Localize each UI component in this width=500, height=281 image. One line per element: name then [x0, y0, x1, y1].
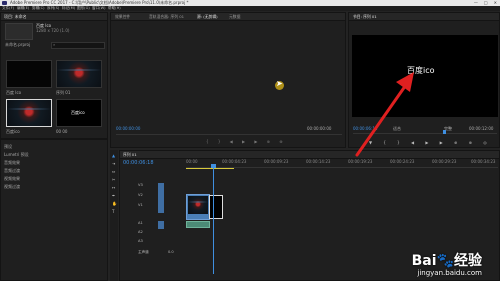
menu-file[interactable]: 文件(F): [2, 6, 14, 11]
menu-window[interactable]: 窗口(W): [92, 6, 106, 11]
work-area-bar[interactable]: [186, 168, 234, 169]
source-monitor: 效果控件 音轨混合器: 序列 01 源: (无剪辑) 元数据 ➤ 00:00:0…: [110, 12, 346, 148]
tab-audio-mixer[interactable]: 音轨混合器: 序列 01: [149, 14, 184, 19]
effects-panel: 预设 Lumetri 预设 音频效果 音频过渡 视频效果 视频过渡: [0, 139, 108, 281]
clip-thumbnail-2-label: 序列 01: [56, 90, 71, 95]
clip-thumbnail-3[interactable]: [6, 99, 52, 127]
tools-panel: ▲ ⇥ ⇔ ✂ ↔ ✒ ✋ T: [110, 150, 118, 281]
effects-item-audio-transitions[interactable]: 音频过渡: [4, 168, 20, 173]
project-panel: 项目: 未命名 百度 Ico 1280 x 720 (1.0) 未命名.prpr…: [0, 12, 108, 139]
search-input[interactable]: [51, 42, 105, 49]
slip-icon[interactable]: ↔: [112, 186, 116, 190]
mouse-pointer-icon: ➤: [276, 79, 283, 88]
ruler-tick: 00:00: [186, 159, 198, 164]
title-clip[interactable]: [209, 195, 223, 219]
audio-source-patch[interactable]: [158, 221, 164, 229]
menu-marker[interactable]: 标记(M): [62, 6, 75, 11]
program-timecode-current: 00:00:06:18: [353, 126, 378, 131]
item-info: 1280 x 720 (1.0): [36, 28, 70, 33]
menu-sequence[interactable]: 序列(S): [47, 6, 59, 11]
tab-program[interactable]: 节目: 序列 01: [353, 14, 377, 19]
ruler-tick: 00:00:14:23: [306, 159, 331, 164]
effects-item-video-transitions[interactable]: 视频过渡: [4, 184, 20, 189]
tab-sequence[interactable]: 序列 01: [123, 152, 137, 157]
video-source-patch[interactable]: [158, 183, 164, 213]
program-monitor: 节目: 序列 01 百度ico 00:00:06:18 适合 完整 00:00:…: [348, 12, 500, 148]
menu-help[interactable]: 帮助(H): [108, 6, 121, 11]
watermark-url: jingyan.baidu.com: [417, 269, 482, 277]
type-icon[interactable]: T: [112, 210, 116, 214]
source-timecode-duration: 00:00:00:00: [307, 126, 332, 131]
ruler-tick: 00:00:09:23: [264, 159, 289, 164]
premiere-app-icon: [2, 1, 7, 5]
source-monitor-header: 效果控件 音轨混合器: 序列 01 源: (无剪辑) 元数据: [111, 13, 345, 21]
source-scrub-bar[interactable]: [116, 134, 342, 135]
track-a3-label[interactable]: A3: [138, 239, 143, 244]
effects-item-presets[interactable]: 预设: [4, 144, 12, 149]
paw-icon: 🐾: [436, 253, 454, 269]
ruler-tick: 00:00:34:23: [471, 159, 496, 164]
program-timecode-duration: 00:00:12:00: [469, 126, 494, 131]
project-panel-header: 项目: 未命名: [1, 13, 107, 21]
program-video-frame: 百度ico: [352, 35, 498, 117]
pen-icon[interactable]: ✒: [112, 194, 116, 198]
ruler-tick: 00:00:04:23: [222, 159, 247, 164]
time-ruler[interactable]: 00:00 00:00:04:23 00:00:09:23 00:00:14:2…: [186, 159, 498, 168]
project-tab[interactable]: 项目: 未命名: [4, 14, 27, 19]
track-select-tool-icon[interactable]: ⇥: [112, 162, 116, 166]
effects-item-lumetri[interactable]: Lumetri 预设: [4, 152, 29, 157]
track-v2-label[interactable]: V2: [138, 193, 143, 198]
clip-thumbnail-1-label: 百度 Ico: [6, 90, 22, 95]
menu-edit[interactable]: 编辑(E): [17, 6, 29, 11]
video-clip-thumbnail: [188, 196, 208, 214]
playhead-handle[interactable]: [211, 164, 216, 168]
timeline-timecode[interactable]: 00:00:06:18: [123, 160, 154, 166]
razor-icon[interactable]: ✂: [112, 178, 116, 182]
program-scrub-bar[interactable]: [353, 133, 497, 134]
track-headers: V3 V2 V1 A1 A2 A3 主声道 0.0: [138, 177, 184, 273]
audio-clip[interactable]: [186, 221, 210, 228]
clip-thumbnail-4[interactable]: 百度ico: [56, 99, 102, 127]
program-zoom-select[interactable]: 适合: [393, 126, 401, 131]
baidu-watermark: Bai🐾经验 jingyan.baidu.com: [412, 253, 482, 277]
track-a2-label[interactable]: A2: [138, 230, 143, 235]
effects-item-video-effects[interactable]: 视频效果: [4, 176, 20, 181]
program-monitor-header: 节目: 序列 01: [349, 13, 499, 21]
clip-thumbnail-3-label: 百度ico: [6, 129, 20, 134]
master-track-label: 主声道: [138, 250, 149, 254]
program-transport-controls[interactable]: ▼ { } ◀ ▶ ▶ ⊕ ⊕ ◎: [369, 140, 492, 145]
program-playhead[interactable]: [443, 130, 446, 134]
timeline-playhead[interactable]: [213, 166, 214, 274]
source-transport-controls[interactable]: { } ◀ ▶ ▶ ⊕ ⊕: [206, 139, 287, 144]
ruler-tick: 00:00:24:23: [390, 159, 415, 164]
ruler-tick: 00:00:19:23: [348, 159, 373, 164]
menu-bar: 文件(F) 编辑(E) 剪辑(C) 序列(S) 标记(M) 图形(G) 窗口(W…: [0, 6, 500, 11]
item-preview: [5, 23, 33, 40]
tab-effect-controls[interactable]: 效果控件: [115, 14, 130, 19]
ripple-edit-icon[interactable]: ⇔: [112, 170, 116, 174]
hand-icon[interactable]: ✋: [112, 202, 117, 206]
source-timecode-current: 00:00:00:00: [116, 126, 141, 131]
watermark-brand: Bai🐾经验: [411, 253, 482, 269]
program-overlay-text: 百度ico: [407, 66, 435, 75]
tab-source[interactable]: 源: (无剪辑): [197, 14, 218, 19]
track-v3-label[interactable]: V3: [138, 183, 143, 188]
effects-item-audio-effects[interactable]: 音频效果: [4, 160, 20, 165]
track-v1-label[interactable]: V1: [138, 203, 143, 208]
clip-thumbnail-4-label: 00 00: [56, 129, 68, 134]
master-track-value[interactable]: 0.0: [168, 250, 174, 255]
ruler-tick: 00:00:29:23: [432, 159, 457, 164]
menu-graphics[interactable]: 图形(G): [77, 6, 90, 11]
clip-thumbnail-2[interactable]: [56, 60, 102, 88]
clip-thumbnail-4-text: 百度ico: [71, 110, 85, 115]
search-icon: ⌕: [53, 42, 56, 47]
clip-thumbnail-1[interactable]: [6, 60, 52, 88]
project-file-name: 未命名.prproj: [5, 42, 31, 47]
selection-tool-icon[interactable]: ▲: [112, 154, 116, 158]
track-a1-label[interactable]: A1: [138, 221, 143, 226]
tab-metadata[interactable]: 元数据: [229, 14, 240, 19]
timeline-header: 序列 01: [120, 151, 499, 159]
menu-clip[interactable]: 剪辑(C): [32, 6, 45, 11]
